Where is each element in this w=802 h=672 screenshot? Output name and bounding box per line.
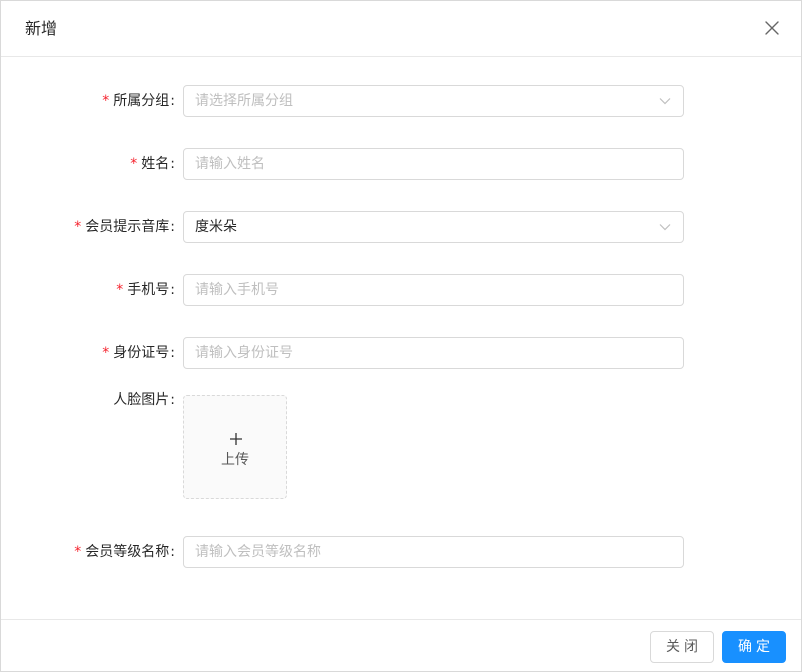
add-modal: 新增 * 所属分组: 请选择所属分组 * 姓名: 请输入姓名 * 会员提示音库: 度米… [0, 0, 802, 672]
close-modal-button[interactable]: 关闭 [650, 631, 714, 663]
voice-library-value: 度米朵 [195, 219, 237, 235]
required-mark: * [102, 345, 110, 361]
group-select[interactable]: 请选择所属分组 [183, 85, 684, 117]
group-label: * 所属分组: [102, 93, 175, 109]
id-number-label: * 身份证号: [102, 345, 175, 361]
required-mark: * [116, 282, 124, 298]
chevron-down-icon [659, 224, 671, 231]
form-row-voice-library: * 会员提示音库: 度米朵 [1, 211, 801, 243]
face-image-label: 人脸图片: [113, 392, 175, 408]
modal-header: 新增 [1, 1, 801, 57]
plus-icon [230, 433, 242, 445]
form-row-id-number: * 身份证号: 请输入身份证号 [1, 337, 801, 369]
name-input-placeholder: 请输入姓名 [195, 156, 265, 172]
modal-footer: 关闭 确定 [1, 619, 801, 672]
member-level-input[interactable]: 请输入会员等级名称 [183, 536, 684, 568]
close-icon [765, 21, 779, 35]
voice-library-label: * 会员提示音库: [74, 219, 175, 235]
form-row-name: * 姓名: 请输入姓名 [1, 148, 801, 180]
id-number-input[interactable]: 请输入身份证号 [183, 337, 684, 369]
member-level-label: * 会员等级名称: [74, 544, 175, 560]
phone-label: * 手机号: [116, 282, 175, 298]
phone-input-placeholder: 请输入手机号 [195, 282, 279, 298]
voice-library-select[interactable]: 度米朵 [183, 211, 684, 243]
chevron-down-icon [659, 98, 671, 105]
face-image-upload[interactable]: 上传 [183, 395, 287, 499]
required-mark: * [102, 93, 110, 109]
id-number-input-placeholder: 请输入身份证号 [195, 345, 293, 361]
close-button[interactable] [763, 19, 781, 37]
form-row-face-image: 人脸图片: [1, 392, 801, 432]
form-row-phone: * 手机号: 请输入手机号 [1, 274, 801, 306]
upload-label: 上传 [221, 452, 249, 468]
phone-input[interactable]: 请输入手机号 [183, 274, 684, 306]
group-select-placeholder: 请选择所属分组 [195, 93, 293, 109]
required-mark: * [74, 219, 82, 235]
name-input[interactable]: 请输入姓名 [183, 148, 684, 180]
form-row-group: * 所属分组: 请选择所属分组 [1, 85, 801, 117]
form-row-member-level: * 会员等级名称: 请输入会员等级名称 [1, 536, 801, 568]
member-level-input-placeholder: 请输入会员等级名称 [195, 544, 321, 560]
required-mark: * [74, 544, 82, 560]
name-label: * 姓名: [130, 156, 175, 172]
modal-title: 新增 [25, 19, 58, 38]
required-mark: * [130, 156, 138, 172]
confirm-button[interactable]: 确定 [722, 631, 786, 663]
